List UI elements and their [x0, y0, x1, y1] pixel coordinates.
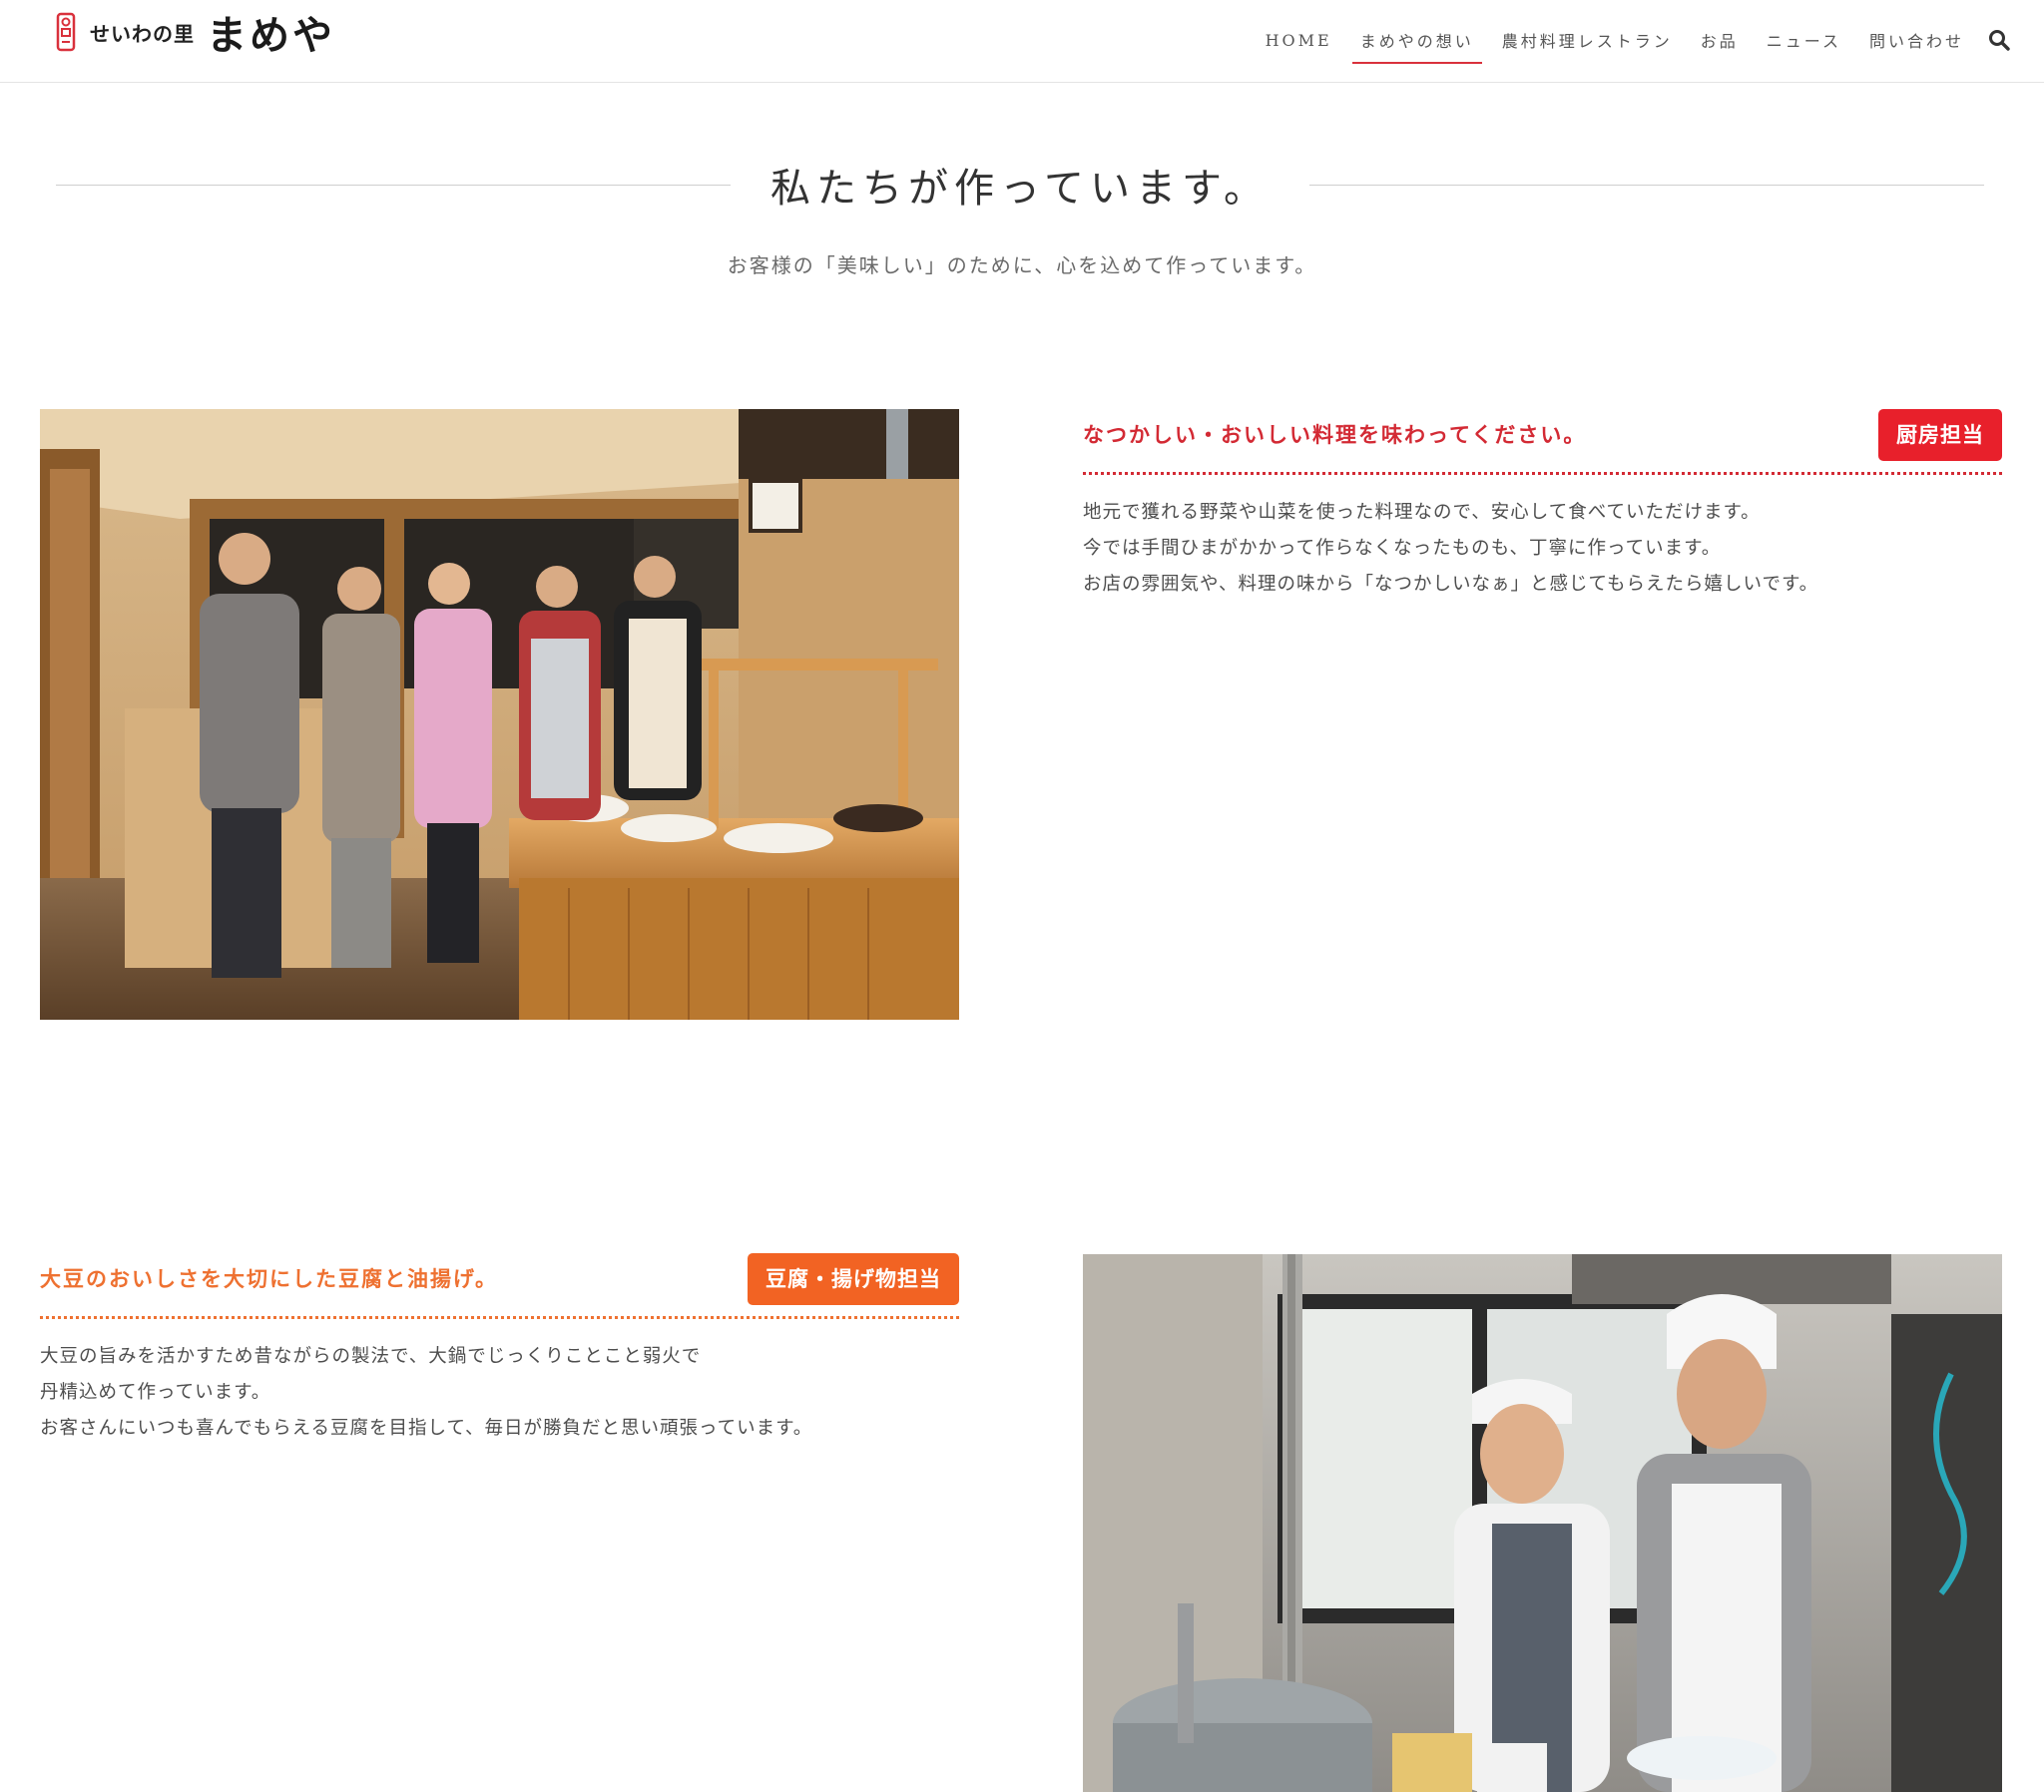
- kitchen-description-line: 地元で獲れる野菜や山菜を使った料理なので、安心して食べていただけます。: [1083, 502, 1761, 523]
- nav-contact[interactable]: 問い合わせ: [1859, 22, 1974, 64]
- tofu-staff-photo: [1083, 1254, 2002, 1792]
- tofu-staff-catchphrase: 大豆のおいしさを大切にした豆腐と油揚げ。: [40, 1266, 498, 1291]
- nav-restaurant[interactable]: 農村料理レストラン: [1492, 22, 1683, 64]
- kitchen-staff-photo: [40, 409, 959, 1020]
- tofu-description-line: お客さんにいつも喜んでもらえる豆腐を目指して、毎日が勝負だと思い頑張っています。: [40, 1418, 813, 1439]
- logo-subtext: せいわの里: [90, 21, 195, 46]
- tofu-staff-description: 大豆の旨みを活かすため昔ながらの製法で、大鍋でじっくりことこと弱火で 丹精込めて…: [40, 1339, 959, 1447]
- nav-news[interactable]: ニュース: [1757, 22, 1851, 64]
- kitchen-description-line: お店の雰囲気や、料理の味から「なつかしいなぁ」と感じてもらえたら嬉しいです。: [1083, 574, 1819, 595]
- section-subtitle: お客様の「美味しい」のために、心を込めて作っています。: [727, 253, 1317, 277]
- nav-products[interactable]: お品: [1691, 22, 1749, 64]
- tofu-staff-block: 大豆のおいしさを大切にした豆腐と油揚げ。 豆腐・揚げ物担当 大豆の旨みを活かすた…: [40, 1253, 959, 1447]
- heading-divider-right: [1309, 184, 1984, 186]
- nav-home[interactable]: HOME: [1256, 25, 1342, 62]
- kitchen-description-line: 今では手間ひまがかかって作らなくなったものも、丁寧に作っています。: [1083, 538, 1722, 559]
- main-nav: HOME まめやの想い 農村料理レストラン お品 ニュース 問い合わせ: [1248, 22, 2010, 64]
- tofu-role-badge: 豆腐・揚げ物担当: [748, 1253, 959, 1305]
- kitchen-staff-header: なつかしい・おいしい料理を味わってください。 厨房担当: [1083, 409, 2002, 475]
- section-title: 私たちが作っています。: [770, 166, 1270, 212]
- tofu-description-line: 丹精込めて作っています。: [40, 1382, 271, 1403]
- heading-divider-left: [56, 184, 731, 186]
- nav-mameya-philosophy[interactable]: まめやの想い: [1350, 22, 1484, 64]
- tofu-staff-header: 大豆のおいしさを大切にした豆腐と油揚げ。 豆腐・揚げ物担当: [40, 1253, 959, 1319]
- site-header: せいわの里 まめや HOME まめやの想い 農村料理レストラン お品 ニュース …: [0, 0, 2044, 83]
- logo-name: まめや: [207, 13, 335, 59]
- kitchen-staff-description: 地元で獲れる野菜や山菜を使った料理なので、安心して食べていただけます。 今では手…: [1083, 495, 2002, 603]
- kitchen-staff-catchphrase: なつかしい・おいしい料理を味わってください。: [1083, 422, 1587, 447]
- section-heading-row: 私たちが作っています。: [56, 150, 1984, 220]
- kitchen-role-badge: 厨房担当: [1878, 409, 2002, 461]
- logo-mark-icon: [54, 12, 78, 52]
- search-icon[interactable]: [1988, 29, 2010, 51]
- tofu-description-line: 大豆の旨みを活かすため昔ながらの製法で、大鍋でじっくりことこと弱火で: [40, 1346, 702, 1367]
- kitchen-staff-block: なつかしい・おいしい料理を味わってください。 厨房担当 地元で獲れる野菜や山菜を…: [1083, 409, 2002, 603]
- site-logo[interactable]: せいわの里 まめや: [54, 10, 335, 59]
